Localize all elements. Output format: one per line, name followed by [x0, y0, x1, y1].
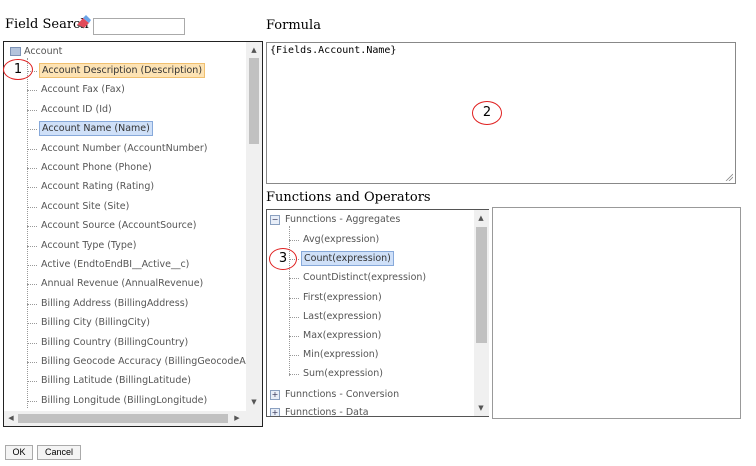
- scroll-down-arrow-icon[interactable]: ▼: [476, 404, 486, 412]
- function-item[interactable]: CountDistinct(expression): [301, 270, 428, 285]
- field-tree-root[interactable]: Account: [22, 44, 64, 59]
- function-item[interactable]: Count(expression): [301, 251, 394, 267]
- function-description-box: [492, 207, 741, 419]
- tree-connector: [289, 316, 299, 318]
- ok-button[interactable]: OK: [5, 445, 33, 460]
- resize-grip-icon[interactable]: [725, 173, 733, 181]
- tree-connector: [289, 355, 299, 357]
- scroll-down-arrow-icon[interactable]: ▼: [249, 398, 259, 406]
- tree-connector: [289, 240, 299, 241]
- field-tree-item[interactable]: Billing Latitude (BillingLatitude): [39, 373, 193, 388]
- tree-connector: [27, 226, 37, 228]
- field-tree: Account Account Description (Description)…: [3, 41, 263, 427]
- function-item[interactable]: First(expression): [301, 290, 384, 305]
- callout-3: 3: [269, 248, 297, 270]
- function-item[interactable]: Max(expression): [301, 328, 383, 343]
- tree-connector: [27, 109, 37, 111]
- tree-connector: [27, 187, 37, 189]
- field-tree-item[interactable]: Account Type (Type): [39, 238, 138, 253]
- eraser-icon[interactable]: [75, 15, 91, 29]
- field-tree-vscroll-thumb[interactable]: [249, 58, 259, 144]
- function-item[interactable]: Avg(expression): [301, 232, 381, 247]
- cancel-button[interactable]: Cancel: [37, 445, 81, 460]
- expand-icon[interactable]: +: [270, 390, 280, 400]
- field-tree-item[interactable]: Annual Revenue (AnnualRevenue): [39, 276, 205, 291]
- field-tree-item[interactable]: Billing Longitude (BillingLongitude): [39, 393, 209, 408]
- field-tree-item[interactable]: Account Site (Site): [39, 199, 131, 214]
- field-tree-item[interactable]: Account Name (Name): [39, 121, 153, 137]
- scroll-up-arrow-icon[interactable]: ▲: [249, 46, 259, 54]
- field-tree-item[interactable]: Account Rating (Rating): [39, 179, 156, 194]
- tree-connector: [27, 206, 37, 208]
- functions-tree: − Funnctions - Aggregates Avg(expression) C…: [266, 209, 489, 417]
- tree-connector: [289, 374, 299, 376]
- tree-connector: [27, 129, 37, 131]
- expand-icon[interactable]: +: [270, 408, 280, 416]
- field-tree-item[interactable]: Account Phone (Phone): [39, 160, 154, 175]
- field-tree-hscroll-thumb[interactable]: [18, 414, 228, 423]
- field-tree-item[interactable]: Billing City (BillingCity): [39, 315, 152, 330]
- field-tree-item[interactable]: Billing Address (BillingAddress): [39, 296, 190, 311]
- tree-connector: [289, 336, 299, 337]
- tree-connector: [289, 297, 299, 299]
- tree-connector: [27, 265, 37, 266]
- functions-vscrollbar[interactable]: ▲ ▼: [474, 210, 489, 416]
- formula-label: Formula: [266, 18, 321, 33]
- field-tree-item[interactable]: Billing Geocode Accuracy (BillingGeocode…: [39, 354, 262, 369]
- tree-connector: [27, 148, 37, 150]
- function-item[interactable]: Min(expression): [301, 347, 381, 362]
- formula-text: {Fields.Account.Name}: [270, 45, 397, 56]
- scroll-up-arrow-icon[interactable]: ▲: [476, 214, 486, 222]
- callout-1: 1: [3, 59, 33, 80]
- field-tree-item[interactable]: Account Source (AccountSource): [39, 218, 198, 233]
- tree-connector: [27, 245, 37, 247]
- tree-connector: [27, 362, 37, 363]
- tree-connector: [27, 342, 37, 344]
- field-tree-item[interactable]: Account Description (Description): [39, 63, 206, 78]
- tree-connector: [27, 381, 37, 383]
- tree-connector: [27, 303, 37, 305]
- field-tree-item[interactable]: Account ID (Id): [39, 102, 114, 117]
- callout-2: 2: [472, 101, 502, 125]
- field-tree-item[interactable]: Account Number (AccountNumber): [39, 141, 210, 156]
- function-item[interactable]: Sum(expression): [301, 366, 385, 381]
- field-tree-hscrollbar[interactable]: ◀ ▶: [4, 411, 262, 426]
- functions-label: Functions and Operators: [266, 190, 431, 205]
- tree-connector: [27, 284, 37, 286]
- tree-connector: [27, 400, 37, 402]
- function-item[interactable]: Last(expression): [301, 309, 383, 324]
- scroll-right-arrow-icon[interactable]: ▶: [232, 414, 242, 422]
- functions-vscroll-thumb[interactable]: [476, 227, 487, 343]
- collapse-icon[interactable]: −: [270, 215, 280, 225]
- scroll-left-arrow-icon[interactable]: ◀: [6, 414, 16, 422]
- field-tree-item[interactable]: Account Fax (Fax): [39, 82, 127, 97]
- function-group[interactable]: Funnctions - Data: [283, 405, 371, 416]
- tree-connector: [289, 278, 299, 280]
- field-tree-vscrollbar[interactable]: ▲ ▼: [246, 42, 262, 411]
- field-search-input[interactable]: [93, 18, 185, 35]
- tree-connector: [27, 323, 37, 325]
- field-tree-item[interactable]: Billing Country (BillingCountry): [39, 335, 190, 350]
- tree-connector: [27, 168, 37, 169]
- tree-connector: [27, 90, 37, 92]
- field-tree-item[interactable]: Active (EndtoEndBI__Active__c): [39, 257, 191, 272]
- function-group[interactable]: Funnctions - Conversion: [283, 387, 401, 402]
- function-group[interactable]: Funnctions - Aggregates: [283, 212, 402, 227]
- folder-icon: [10, 47, 21, 56]
